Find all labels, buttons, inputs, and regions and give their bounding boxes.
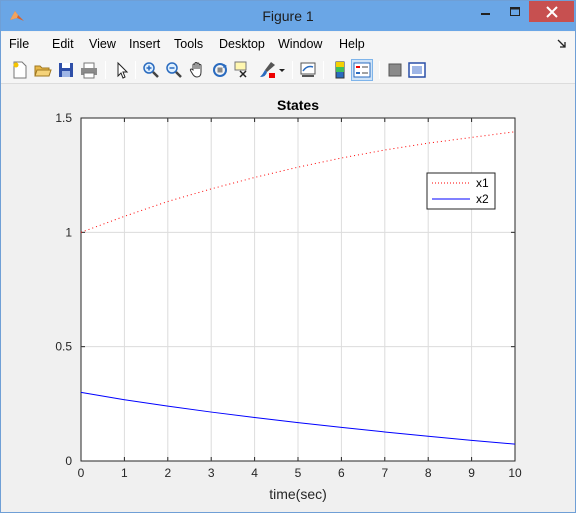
hide-plot-tools-icon[interactable]	[386, 61, 404, 79]
insert-legend-icon	[353, 62, 371, 78]
menu-view[interactable]: View	[89, 37, 116, 51]
chart-title: States	[277, 97, 319, 113]
open-file-icon[interactable]	[34, 61, 52, 79]
close-icon	[545, 5, 558, 18]
legend-x2-label: x2	[476, 192, 489, 206]
print-icon[interactable]	[80, 61, 98, 79]
toolbar-separator	[135, 61, 136, 79]
menu-window[interactable]: Window	[278, 37, 322, 51]
x-tick-label: 9	[468, 466, 475, 480]
menu-file[interactable]: File	[9, 37, 29, 51]
menu-help[interactable]: Help	[339, 37, 365, 51]
figure-window: Figure 1 File Edit View Insert Tools Des…	[0, 0, 576, 513]
x-tick-label: 5	[295, 466, 302, 480]
toolbar-separator	[323, 61, 324, 79]
dock-arrow-icon[interactable]	[557, 39, 567, 49]
x-tick-label: 6	[338, 466, 345, 480]
x-tick-label: 7	[381, 466, 388, 480]
y-tick-label: 1	[65, 225, 72, 239]
menu-desktop[interactable]: Desktop	[219, 37, 265, 51]
minimize-icon	[480, 12, 490, 15]
maximize-icon	[509, 6, 520, 16]
y-tick-label: 0	[65, 454, 72, 468]
figure-canvas: 0 1 2 3 4 5 6 7 8 9 10 0 0.5 1 1.5 States time(sec) x1…	[9, 86, 569, 508]
menu-insert[interactable]: Insert	[129, 37, 160, 51]
legend-x1-label: x1	[476, 176, 489, 190]
zoom-in-icon[interactable]	[142, 61, 160, 79]
x-tick-label: 1	[121, 466, 128, 480]
brush-dropdown-icon[interactable]	[278, 61, 286, 79]
new-figure-icon[interactable]	[11, 61, 29, 79]
pan-hand-icon[interactable]	[188, 61, 206, 79]
x-tick-label: 0	[78, 466, 85, 480]
x-tick-label: 2	[164, 466, 171, 480]
x-tick-label: 8	[425, 466, 432, 480]
rotate-3d-icon[interactable]	[211, 61, 229, 79]
edit-plot-arrow-icon[interactable]	[113, 61, 131, 79]
x-axis-label: time(sec)	[269, 486, 327, 502]
toolbar-separator	[379, 61, 380, 79]
insert-legend-button[interactable]	[351, 59, 373, 81]
menu-bar: File Edit View Insert Tools Desktop Wind…	[1, 32, 575, 56]
legend[interactable]: x1 x2	[426, 172, 496, 210]
data-cursor-icon[interactable]	[234, 61, 252, 79]
show-plot-tools-icon[interactable]	[408, 61, 426, 79]
close-button[interactable]	[529, 1, 574, 22]
maximize-button[interactable]	[501, 1, 528, 22]
x-tick-label: 4	[251, 466, 258, 480]
x-tick-label: 10	[508, 466, 522, 480]
link-plot-icon[interactable]	[299, 61, 317, 79]
menu-edit[interactable]: Edit	[52, 37, 74, 51]
y-tick-label: 0.5	[55, 340, 72, 354]
x-tick-label: 3	[208, 466, 215, 480]
save-icon[interactable]	[57, 61, 75, 79]
title-bar[interactable]: Figure 1	[1, 1, 575, 31]
brush-icon[interactable]	[258, 61, 276, 79]
toolbar-separator	[105, 61, 106, 79]
zoom-out-icon[interactable]	[165, 61, 183, 79]
minimize-button[interactable]	[471, 1, 500, 22]
y-tick-label: 1.5	[55, 111, 72, 125]
menu-tools[interactable]: Tools	[174, 37, 203, 51]
toolbar-separator	[292, 61, 293, 79]
insert-colorbar-icon[interactable]	[331, 61, 349, 79]
figure-toolbar	[1, 56, 575, 84]
